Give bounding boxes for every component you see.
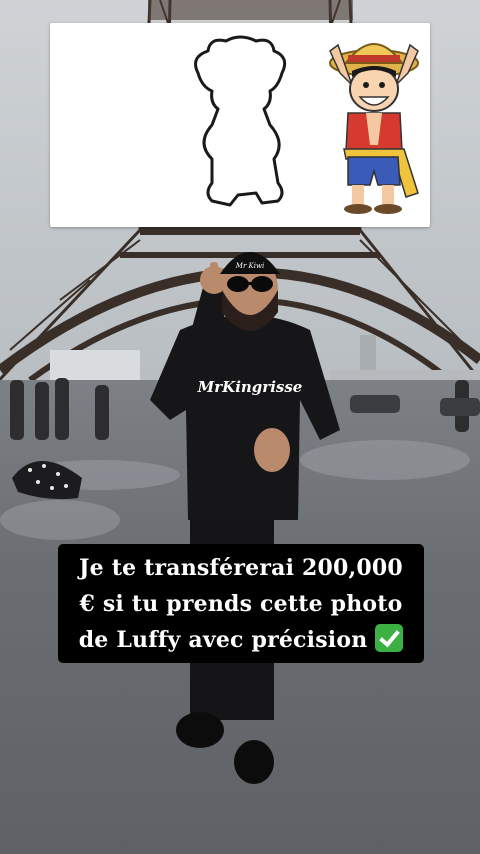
video-caption: Je te transférerai 200,000 € si tu prend… (68, 550, 414, 658)
presenter-person: Mr Kiwi MrKingrisse (150, 252, 340, 784)
caption-text: Je te transférerai 200,000 € si tu prend… (78, 554, 403, 653)
luffy-comparison-card (50, 23, 430, 227)
puddle (0, 500, 120, 540)
check-mark-icon (375, 623, 404, 652)
hoodie-logo: MrKingrisse (197, 378, 303, 396)
video-caption-box: Je te transférerai 200,000 € si tu prend… (58, 544, 424, 663)
luffy-silhouette-outline (194, 35, 287, 207)
umbrella-on-ground (12, 461, 82, 500)
beanie-logo: Mr Kiwi (235, 262, 264, 270)
luffy-cartoon-image (329, 43, 419, 214)
